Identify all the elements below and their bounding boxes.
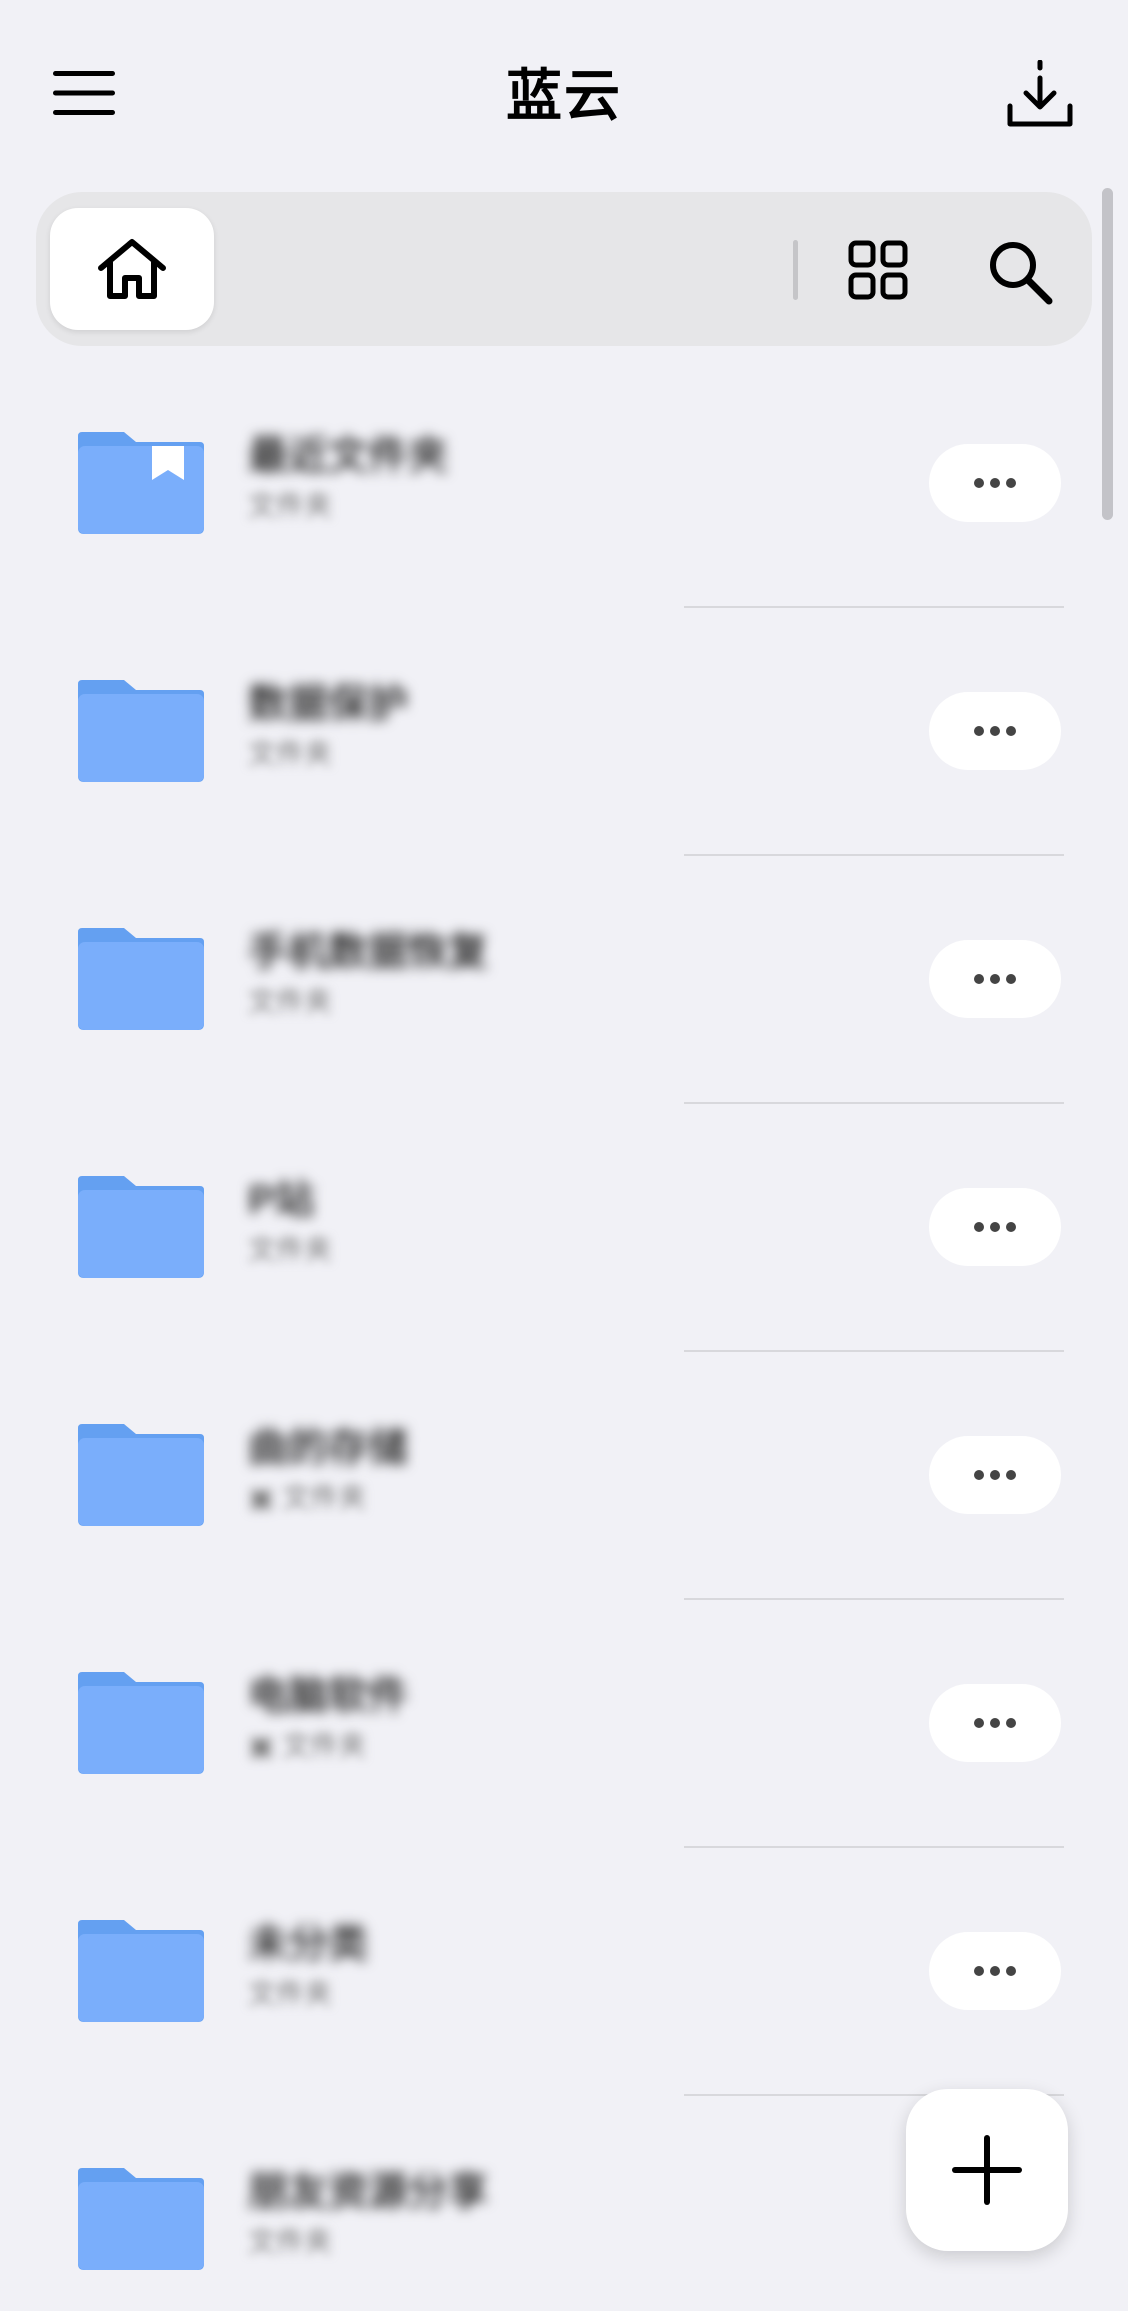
more-options-button[interactable] bbox=[929, 1188, 1061, 1266]
home-button[interactable] bbox=[50, 208, 214, 330]
more-options-button[interactable] bbox=[929, 692, 1061, 770]
more-options-icon bbox=[974, 726, 1016, 736]
file-info: 未分类 文件夹 bbox=[248, 1918, 888, 2012]
file-list: 最近文件夹 文件夹 数据保护 文件夹 手机数据恢复 文件夹 P站 文件夹 曲的存… bbox=[0, 360, 1128, 2311]
file-meta: ▣ 文件夹 bbox=[248, 1482, 367, 1513]
folder-icon bbox=[78, 1920, 204, 2022]
home-icon bbox=[98, 239, 166, 299]
screen: 蓝云 最近文件夹 文件夹 数据保护 文件夹 手机数据恢复 文件夹 P站 文件夹 … bbox=[0, 0, 1128, 2311]
download-icon bbox=[1007, 60, 1073, 127]
more-options-icon bbox=[974, 974, 1016, 984]
more-options-button[interactable] bbox=[929, 444, 1061, 522]
list-item[interactable]: 电脑软件 ▣ 文件夹 bbox=[0, 1600, 1128, 1848]
folder-icon bbox=[78, 1176, 204, 1278]
folder-icon bbox=[78, 1424, 204, 1526]
app-title: 蓝云 bbox=[506, 64, 622, 127]
file-meta: 文件夹 bbox=[248, 1234, 333, 1265]
list-item[interactable]: 曲的存储 ▣ 文件夹 bbox=[0, 1352, 1128, 1600]
file-meta: ▣ 文件夹 bbox=[248, 1730, 367, 1761]
file-meta: 文件夹 bbox=[248, 986, 333, 1017]
plus-icon bbox=[952, 2135, 1022, 2205]
list-item[interactable]: 数据保护 文件夹 bbox=[0, 608, 1128, 856]
file-name: 朋友资源分享 bbox=[248, 2170, 488, 2214]
file-meta: 文件夹 bbox=[248, 2226, 333, 2257]
add-button[interactable] bbox=[906, 2089, 1068, 2251]
more-options-button[interactable] bbox=[929, 1436, 1061, 1514]
file-info: 曲的存储 ▣ 文件夹 bbox=[248, 1422, 888, 1516]
file-meta: 文件夹 bbox=[248, 738, 333, 769]
more-options-icon bbox=[974, 478, 1016, 488]
more-options-button[interactable] bbox=[929, 1932, 1061, 2010]
file-info: P站 文件夹 bbox=[248, 1174, 888, 1268]
folder-icon bbox=[78, 680, 204, 782]
file-info: 朋友资源分享 文件夹 bbox=[248, 2166, 888, 2260]
list-item[interactable]: 手机数据恢复 文件夹 bbox=[0, 856, 1128, 1104]
file-meta: 文件夹 bbox=[248, 490, 333, 521]
grid-view-button[interactable] bbox=[840, 232, 916, 308]
more-options-button[interactable] bbox=[929, 1684, 1061, 1762]
file-name: 曲的存储 bbox=[248, 1426, 408, 1470]
file-name: 电脑软件 bbox=[248, 1674, 408, 1718]
file-name: P站 bbox=[248, 1178, 315, 1222]
more-options-icon bbox=[974, 1222, 1016, 1232]
file-info: 最近文件夹 文件夹 bbox=[248, 430, 888, 524]
file-name: 最近文件夹 bbox=[248, 434, 448, 478]
more-options-icon bbox=[974, 1966, 1016, 1976]
grid-view-icon bbox=[848, 240, 908, 300]
file-name: 未分类 bbox=[248, 1922, 368, 1966]
file-info: 电脑软件 ▣ 文件夹 bbox=[248, 1670, 888, 1764]
download-button[interactable] bbox=[1000, 55, 1080, 135]
list-item[interactable]: P站 文件夹 bbox=[0, 1104, 1128, 1352]
file-info: 数据保护 文件夹 bbox=[248, 678, 888, 772]
file-info: 手机数据恢复 文件夹 bbox=[248, 926, 888, 1020]
path-toolbar bbox=[36, 192, 1092, 346]
more-options-icon bbox=[974, 1470, 1016, 1480]
folder-icon bbox=[78, 2168, 204, 2270]
search-icon bbox=[990, 242, 1053, 305]
folder-icon bbox=[78, 928, 204, 1030]
file-name: 数据保护 bbox=[248, 682, 408, 726]
list-item[interactable]: 未分类 文件夹 bbox=[0, 1848, 1128, 2096]
file-name: 手机数据恢复 bbox=[248, 930, 488, 974]
search-button[interactable] bbox=[980, 232, 1060, 312]
list-item[interactable]: 最近文件夹 文件夹 bbox=[0, 360, 1128, 608]
folder-icon bbox=[78, 1672, 204, 1774]
file-meta: 文件夹 bbox=[248, 1978, 333, 2009]
more-options-icon bbox=[974, 1718, 1016, 1728]
app-header: 蓝云 bbox=[0, 0, 1128, 185]
more-options-button[interactable] bbox=[929, 940, 1061, 1018]
toolbar-divider bbox=[793, 240, 798, 300]
bookmarked-folder-icon bbox=[78, 432, 204, 534]
